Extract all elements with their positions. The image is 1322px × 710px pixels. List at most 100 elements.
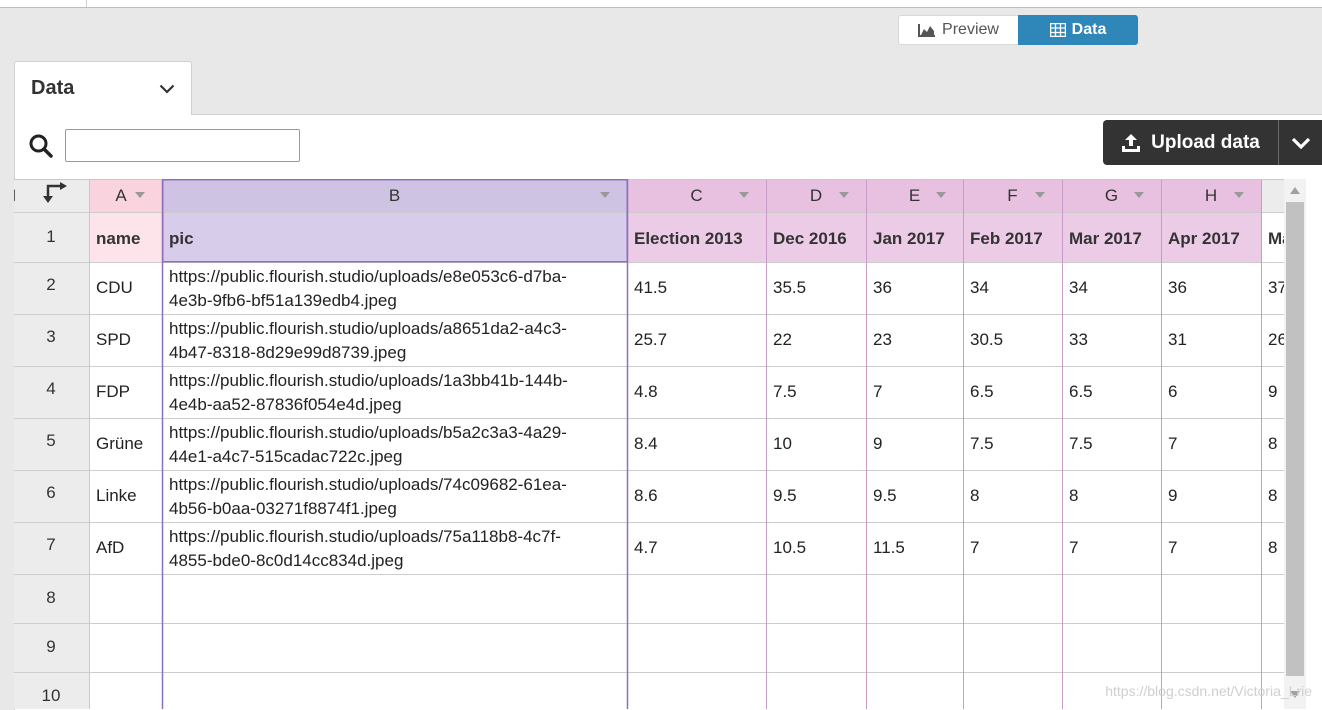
table-grid-icon: [1049, 23, 1066, 37]
chevron-down-icon: [159, 84, 175, 94]
value-cell[interactable]: 7.5: [1069, 434, 1093, 453]
upload-options-dropdown[interactable]: [1279, 120, 1322, 165]
name-cell[interactable]: AfD: [96, 538, 124, 557]
row-number[interactable]: 3: [46, 327, 55, 346]
row-number[interactable]: 6: [46, 483, 55, 502]
value-cell[interactable]: 34: [970, 278, 989, 297]
area-chart-icon: [918, 24, 936, 37]
view-toggle: Preview Data: [898, 15, 1138, 45]
value-cell[interactable]: 7.5: [773, 382, 797, 401]
header-cell[interactable]: Ma: [1268, 229, 1284, 248]
value-cell[interactable]: 8: [1069, 486, 1078, 505]
value-cell[interactable]: 8.4: [634, 434, 658, 453]
row-number[interactable]: 2: [46, 275, 55, 294]
value-cell[interactable]: 35.5: [773, 278, 806, 297]
value-cell[interactable]: 10: [773, 434, 792, 453]
sheet-tab-selector[interactable]: Data: [14, 61, 192, 115]
column-header-label: H: [1205, 186, 1217, 205]
value-cell[interactable]: 8.6: [634, 486, 658, 505]
column-header-label: E: [909, 186, 920, 205]
header-cell[interactable]: Election 2013: [634, 229, 743, 248]
column-header-label: F: [1007, 186, 1017, 205]
row-number[interactable]: 7: [46, 535, 55, 554]
value-cell[interactable]: 9.5: [873, 486, 897, 505]
name-cell[interactable]: CDU: [96, 278, 133, 297]
value-cell[interactable]: 7: [1168, 538, 1177, 557]
scrollbar-thumb[interactable]: [1286, 202, 1304, 676]
value-cell[interactable]: 22: [773, 330, 792, 349]
value-cell[interactable]: 36: [1168, 278, 1187, 297]
value-cell[interactable]: 7: [873, 382, 882, 401]
value-cell[interactable]: 41.5: [634, 278, 667, 297]
value-cell[interactable]: 6: [1168, 382, 1177, 401]
upload-icon: [1122, 133, 1141, 152]
value-cell[interactable]: 30.5: [970, 330, 1003, 349]
header-cell[interactable]: Jan 2017: [873, 229, 945, 248]
column-header-label: G: [1105, 186, 1118, 205]
column-header-label: D: [810, 186, 822, 205]
header-cell[interactable]: Apr 2017: [1168, 229, 1240, 248]
value-cell[interactable]: 8: [1268, 434, 1277, 453]
name-cell[interactable]: SPD: [96, 330, 131, 349]
row-number[interactable]: 5: [46, 431, 55, 450]
header-cell[interactable]: pic: [169, 229, 194, 248]
value-cell[interactable]: 9: [1268, 382, 1277, 401]
upload-data-button[interactable]: Upload data: [1103, 120, 1279, 165]
row-number[interactable]: 1: [46, 227, 55, 246]
column-header-label: B: [389, 186, 400, 205]
value-cell[interactable]: 36: [873, 278, 892, 297]
value-cell[interactable]: 9.5: [773, 486, 797, 505]
top-strip: [0, 0, 1322, 8]
column-header-label: C: [690, 186, 702, 205]
preview-button[interactable]: Preview: [898, 15, 1018, 45]
value-cell[interactable]: 4.7: [634, 538, 658, 557]
value-cell[interactable]: 7: [1069, 538, 1078, 557]
value-cell[interactable]: 7: [970, 538, 979, 557]
spreadsheet-grid: ABCDEFGHI12345678910namepicElection 2013…: [14, 179, 1284, 709]
chevron-down-icon: [1291, 137, 1310, 149]
value-cell[interactable]: 8: [970, 486, 979, 505]
data-button[interactable]: Data: [1018, 15, 1138, 45]
value-cell[interactable]: 37: [1268, 278, 1284, 297]
header-cell[interactable]: Dec 2016: [773, 229, 847, 248]
vertical-scrollbar[interactable]: [1284, 179, 1306, 709]
value-cell[interactable]: 23: [873, 330, 892, 349]
value-cell[interactable]: 7: [1168, 434, 1177, 453]
column-header-label: A: [115, 186, 127, 205]
row-number[interactable]: 4: [46, 379, 55, 398]
value-cell[interactable]: 4.8: [634, 382, 658, 401]
name-cell[interactable]: FDP: [96, 382, 130, 401]
sheet-tab-label: Data: [31, 77, 75, 99]
column-header-label: I: [14, 186, 16, 205]
value-cell[interactable]: 11.5: [873, 538, 905, 557]
header-cell[interactable]: Feb 2017: [970, 229, 1043, 248]
value-cell[interactable]: 6.5: [970, 382, 994, 401]
value-cell[interactable]: 31: [1168, 330, 1187, 349]
value-cell[interactable]: 9: [873, 434, 882, 453]
name-cell[interactable]: Grüne: [96, 434, 143, 453]
row-number[interactable]: 9: [46, 637, 55, 656]
value-cell[interactable]: 26: [1268, 330, 1284, 349]
value-cell[interactable]: 7.5: [970, 434, 994, 453]
name-cell[interactable]: Linke: [96, 486, 137, 505]
search-icon: [29, 134, 53, 158]
preview-label: Preview: [942, 21, 999, 38]
header-cell[interactable]: name: [96, 229, 140, 248]
data-label: Data: [1071, 21, 1107, 38]
row-number[interactable]: 10: [42, 686, 61, 705]
scroll-up-arrow[interactable]: [1290, 187, 1300, 194]
value-cell[interactable]: 34: [1069, 278, 1088, 297]
value-cell[interactable]: 25.7: [634, 330, 667, 349]
upload-data-group: Upload data: [1103, 120, 1322, 165]
value-cell[interactable]: 9: [1168, 486, 1177, 505]
value-cell[interactable]: 8: [1268, 538, 1277, 557]
value-cell[interactable]: 6.5: [1069, 382, 1093, 401]
value-cell[interactable]: 10.5: [773, 538, 806, 557]
search-input[interactable]: [65, 129, 300, 162]
upload-data-label: Upload data: [1151, 131, 1260, 153]
top-strip-divider: [86, 0, 87, 7]
value-cell[interactable]: 33: [1069, 330, 1088, 349]
header-cell[interactable]: Mar 2017: [1069, 229, 1142, 248]
value-cell[interactable]: 8: [1268, 486, 1277, 505]
row-number[interactable]: 8: [46, 588, 55, 607]
